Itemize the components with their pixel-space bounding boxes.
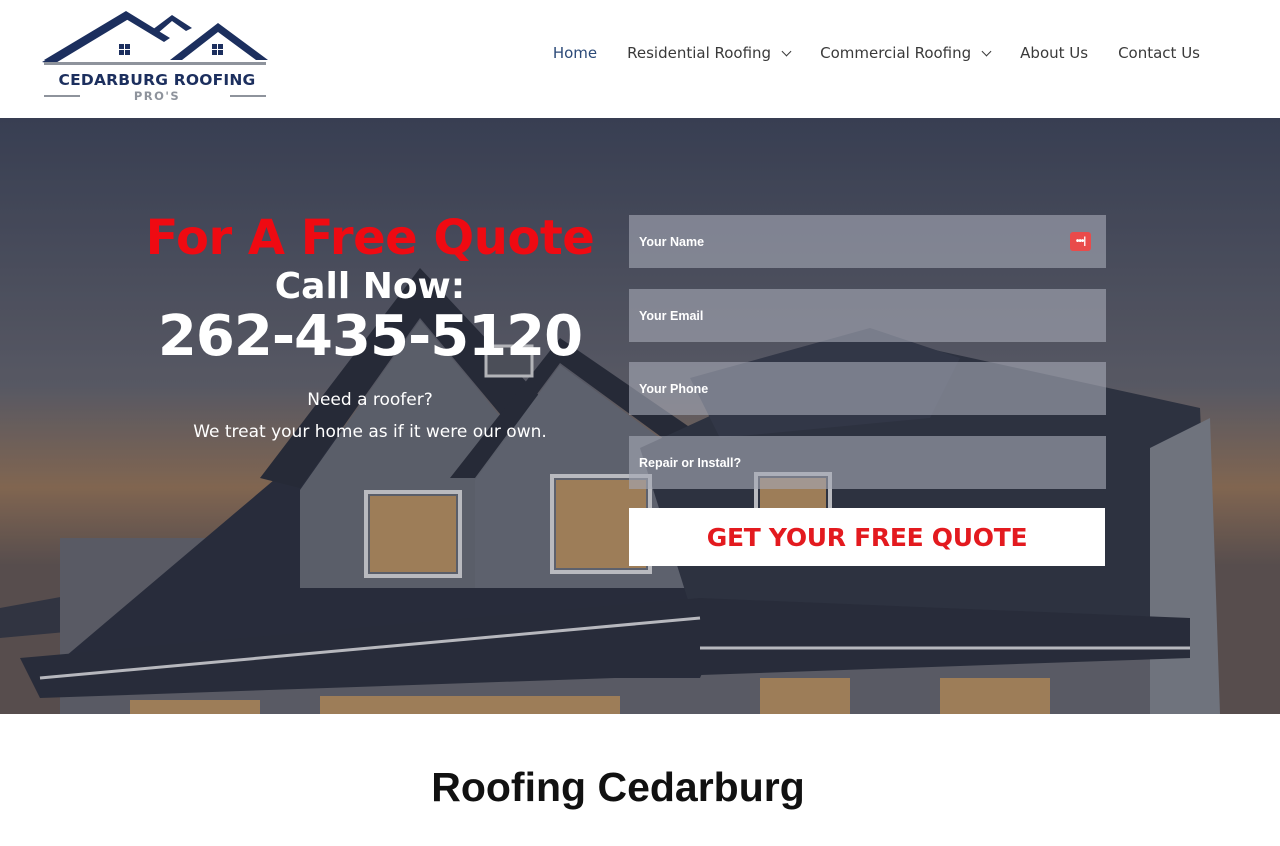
nav-residential-roofing[interactable]: Residential Roofing — [627, 44, 792, 62]
nav-contact-us-label: Contact Us — [1118, 44, 1200, 62]
site-header: CEDARBURG ROOFING PRO'S Home Residential… — [0, 0, 1280, 118]
nav-home[interactable]: Home — [553, 44, 597, 62]
site-logo[interactable]: CEDARBURG ROOFING PRO'S — [40, 8, 272, 104]
email-field-placeholder: Your Email — [639, 308, 704, 323]
email-field[interactable]: Your Email — [629, 289, 1106, 342]
hero-overlay — [0, 118, 1280, 714]
chevron-down-icon — [981, 46, 992, 56]
repair-or-install-field[interactable]: Repair or Install? — [629, 436, 1106, 489]
hero-phone-number[interactable]: 262-435-5120 — [120, 304, 620, 369]
repair-or-install-placeholder: Repair or Install? — [639, 455, 742, 470]
hero-headline: For A Free Quote — [145, 210, 595, 266]
phone-field-placeholder: Your Phone — [639, 381, 709, 396]
nav-commercial-roofing[interactable]: Commercial Roofing — [820, 44, 992, 62]
logo-rule-lines — [44, 95, 266, 97]
hero-section: For A Free Quote Call Now: 262-435-5120 … — [0, 118, 1280, 714]
hero-tagline-question: Need a roofer? — [307, 390, 433, 410]
main-navigation: Home Residential Roofing Commercial Roof… — [553, 44, 1200, 62]
password-manager-icon[interactable]: •••| — [1070, 232, 1091, 251]
nav-residential-roofing-label: Residential Roofing — [627, 44, 772, 62]
nav-commercial-roofing-label: Commercial Roofing — [820, 44, 972, 62]
phone-field[interactable]: Your Phone — [629, 362, 1106, 415]
nav-home-label: Home — [552, 44, 598, 62]
chevron-down-icon — [781, 46, 792, 56]
nav-contact-us[interactable]: Contact Us — [1118, 44, 1200, 62]
get-free-quote-button[interactable]: GET YOUR FREE QUOTE — [629, 508, 1105, 566]
section-title: Roofing Cedarburg — [431, 764, 805, 810]
hero-call-now: Call Now: — [274, 266, 466, 307]
nav-about-us-label: About Us — [1020, 44, 1089, 62]
name-field-placeholder: Your Name — [639, 234, 705, 249]
name-field[interactable]: Your Name •••| — [629, 215, 1106, 268]
nav-about-us[interactable]: About Us — [1020, 44, 1088, 62]
hero-tagline-statement: We treat your home as if it were our own… — [193, 422, 547, 442]
